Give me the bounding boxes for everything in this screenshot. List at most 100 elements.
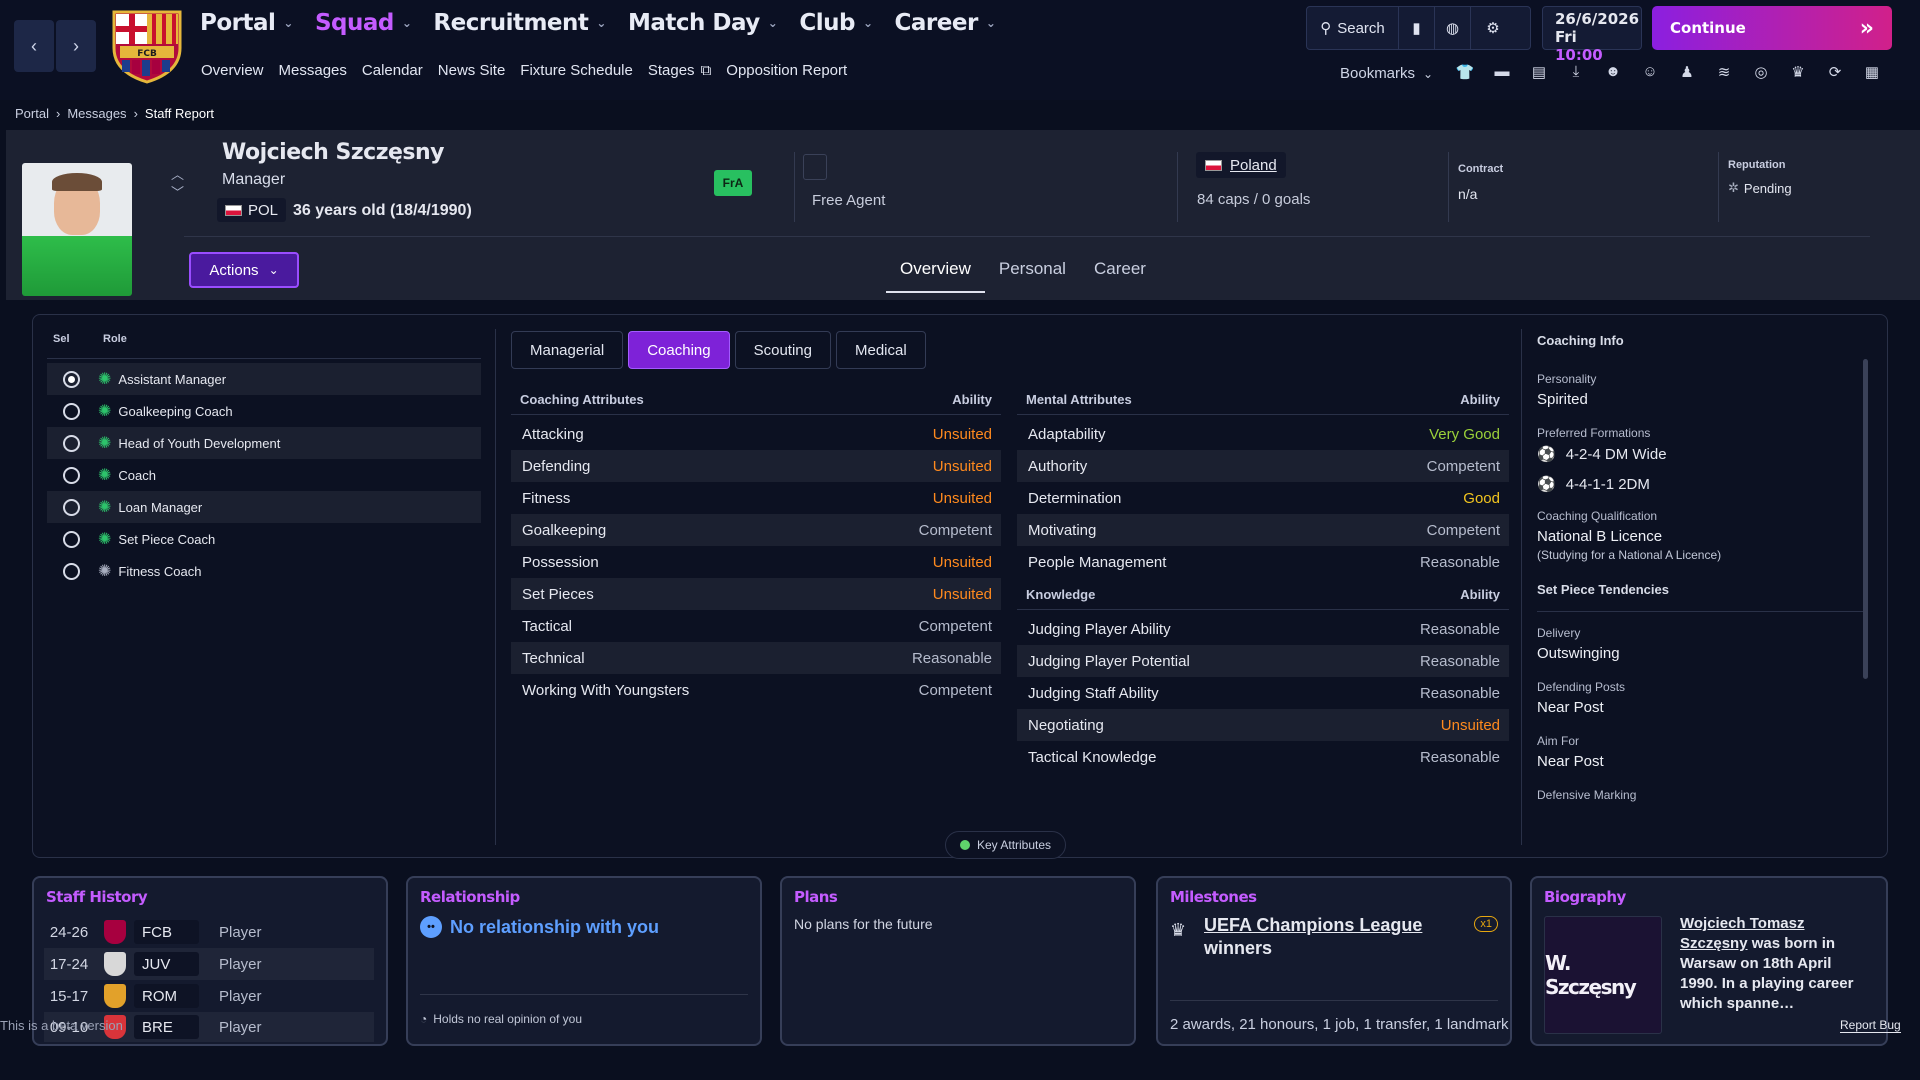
attribute-row[interactable]: Goalkeeping Competent <box>511 514 1001 546</box>
search-button[interactable]: ⚲ Search <box>1307 7 1399 49</box>
card-title[interactable]: Biography <box>1544 888 1626 906</box>
role-radio[interactable] <box>63 370 80 388</box>
nationality-chip[interactable]: POL <box>217 198 287 222</box>
formation-item[interactable]: ⚽ 4-2-4 DM Wide <box>1537 445 1867 464</box>
history-row[interactable]: 24-26 FCB Player <box>44 916 374 948</box>
attribute-row[interactable]: Determination Good <box>1017 482 1509 514</box>
attribute-row[interactable]: People Management Reasonable <box>1017 546 1509 578</box>
role-radio[interactable] <box>63 402 80 420</box>
attribute-row[interactable]: Working With Youngsters Competent <box>511 674 1001 706</box>
submenu-overview[interactable]: Overview <box>201 62 264 79</box>
history-row[interactable]: 17-24 JUV Player <box>44 948 374 980</box>
bookmarks-dropdown[interactable]: Bookmarks ⌄ <box>1340 65 1433 82</box>
tab-coaching[interactable]: Coaching <box>628 331 730 369</box>
role-row[interactable]: ✺ Coach <box>47 459 481 491</box>
attribute-row[interactable]: Authority Competent <box>1017 450 1509 482</box>
tab-scouting[interactable]: Scouting <box>734 331 831 369</box>
card-title[interactable]: Relationship <box>420 888 520 906</box>
tab-career[interactable]: Career <box>1080 253 1160 293</box>
attribute-row[interactable]: Technical Reasonable <box>511 642 1001 674</box>
role-radio[interactable] <box>63 466 80 484</box>
country-link[interactable]: Poland <box>1196 152 1286 178</box>
coaching-info-scrollbar[interactable] <box>1863 359 1868 679</box>
trophy-icon[interactable]: ♛ <box>1788 63 1808 81</box>
attribute-value: Reasonable <box>1419 652 1500 670</box>
tab-medical[interactable]: Medical <box>835 331 926 369</box>
bookmark-button[interactable]: ▮ <box>1399 7 1435 49</box>
menu-recruitment[interactable]: Recruitment ⌄ <box>433 10 606 36</box>
attribute-row[interactable]: Judging Player Ability Reasonable <box>1017 613 1509 645</box>
attribute-row[interactable]: Judging Staff Ability Reasonable <box>1017 677 1509 709</box>
role-row[interactable]: ✺ Goalkeeping Coach <box>47 395 481 427</box>
menu-portal[interactable]: Portal ⌄ <box>200 10 293 36</box>
submenu-opposition-report[interactable]: Opposition Report <box>726 62 847 79</box>
menu-career[interactable]: Career ⌄ <box>895 10 996 36</box>
attribute-row[interactable]: Defending Unsuited <box>511 450 1001 482</box>
chevron-down-icon[interactable]: ﹀ <box>171 184 184 202</box>
card-title[interactable]: Staff History <box>46 888 148 906</box>
training-icon[interactable]: ♟ <box>1677 63 1697 81</box>
submenu-messages[interactable]: Messages <box>279 62 347 79</box>
submenu-stages[interactable]: Stages ⧉ <box>648 62 711 79</box>
role-radio[interactable] <box>63 530 80 548</box>
submenu-fixture-schedule[interactable]: Fixture Schedule <box>520 62 633 79</box>
role-row[interactable]: ✺ Loan Manager <box>47 491 481 523</box>
role-radio[interactable] <box>63 434 80 452</box>
attribute-row[interactable]: Attacking Unsuited <box>511 418 1001 450</box>
shirt-icon[interactable]: 👕 <box>1455 63 1475 81</box>
refresh-icon[interactable]: ⟳ <box>1825 63 1845 81</box>
club-crest[interactable]: FCB <box>110 8 184 84</box>
menu-squad[interactable]: Squad ⌄ <box>315 10 412 36</box>
date-display[interactable]: 26/6/2026 Fri 10:00 <box>1542 6 1642 64</box>
chat-icon[interactable]: ▬ <box>1492 63 1512 81</box>
role-radio[interactable] <box>63 498 80 516</box>
forward-button[interactable]: › <box>56 20 96 72</box>
report-bug-link[interactable]: Report Bug <box>1840 1018 1901 1033</box>
role-row[interactable]: ✺ Fitness Coach <box>47 555 481 587</box>
clipboard-icon[interactable]: ▤ <box>1529 63 1549 81</box>
card-title[interactable]: Plans <box>794 888 838 906</box>
role-row[interactable]: ✺ Set Piece Coach <box>47 523 481 555</box>
history-row[interactable]: 15-17 ROM Player <box>44 980 374 1012</box>
chevron-up-icon[interactable]: ︿ <box>171 166 184 184</box>
card-title[interactable]: Milestones <box>1170 888 1257 906</box>
actions-button[interactable]: Actions ⌄ <box>189 252 299 288</box>
attribute-row[interactable]: Tactical Competent <box>511 610 1001 642</box>
profile-navigator[interactable]: ︿ ﹀ <box>171 166 184 202</box>
attribute-row[interactable]: Possession Unsuited <box>511 546 1001 578</box>
role-row[interactable]: ✺ Assistant Manager <box>47 363 481 395</box>
menu-club[interactable]: Club ⌄ <box>799 10 873 36</box>
settings-button[interactable]: ⚙ <box>1471 7 1515 49</box>
scouting-icon[interactable]: ☺ <box>1640 63 1660 81</box>
attribute-row[interactable]: Motivating Competent <box>1017 514 1509 546</box>
attribute-row[interactable]: Set Pieces Unsuited <box>511 578 1001 610</box>
milestone-title[interactable]: UEFA Champions League winners <box>1204 914 1422 960</box>
submenu-calendar[interactable]: Calendar <box>362 62 423 79</box>
target-icon[interactable]: ◎ <box>1751 63 1771 81</box>
globe-button[interactable]: ◍ <box>1435 7 1471 49</box>
competition-link[interactable]: UEFA Champions League <box>1204 915 1422 935</box>
tab-managerial[interactable]: Managerial <box>511 331 624 369</box>
attribute-row[interactable]: Tactical Knowledge Reasonable <box>1017 741 1509 773</box>
role-radio[interactable] <box>63 562 80 580</box>
continue-button[interactable]: Continue » <box>1652 6 1892 50</box>
attribute-row[interactable]: Negotiating Unsuited <box>1017 709 1509 741</box>
menu-match-day[interactable]: Match Day ⌄ <box>628 10 778 36</box>
calendar-icon[interactable]: ▦ <box>1862 63 1882 81</box>
back-button[interactable]: ‹ <box>14 20 54 72</box>
key-attributes-legend[interactable]: Key Attributes <box>945 831 1067 859</box>
plans-card: Plans No plans for the future <box>780 876 1136 1046</box>
breadcrumb-portal[interactable]: Portal <box>15 106 49 121</box>
attribute-row[interactable]: Judging Player Potential Reasonable <box>1017 645 1509 677</box>
tab-personal[interactable]: Personal <box>985 253 1080 293</box>
staff-icon[interactable]: ☻ <box>1603 63 1623 81</box>
tab-overview[interactable]: Overview <box>886 253 985 293</box>
role-row[interactable]: ✺ Head of Youth Development <box>47 427 481 459</box>
finances-icon[interactable]: ≋ <box>1714 63 1734 81</box>
attribute-row[interactable]: Adaptability Very Good <box>1017 418 1509 450</box>
formation-item[interactable]: ⚽ 4-4-1-1 2DM <box>1537 475 1867 494</box>
download-icon[interactable]: ⤓ <box>1566 63 1586 81</box>
breadcrumb-messages[interactable]: Messages <box>67 106 126 121</box>
attribute-row[interactable]: Fitness Unsuited <box>511 482 1001 514</box>
submenu-news-site[interactable]: News Site <box>438 62 506 79</box>
